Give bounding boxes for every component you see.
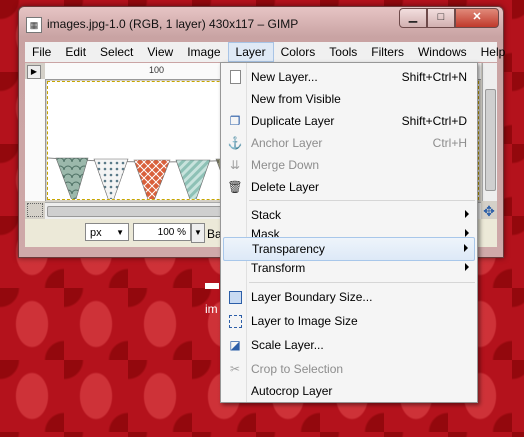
crop-icon: ✂ (229, 362, 241, 376)
bunting-flag (93, 158, 129, 208)
menu-image[interactable]: Image (180, 42, 227, 62)
bunting-flag (175, 159, 211, 209)
quick-mask-icon[interactable] (27, 203, 43, 217)
menu-item-crop-to-selection[interactable]: ✂ Crop to Selection (221, 358, 477, 380)
merge-down-icon: ⇊ (229, 158, 241, 172)
menu-arrow-icon[interactable]: ▶ (27, 65, 41, 79)
duplicate-layer-icon: ❐ (229, 114, 241, 128)
submenu-arrow-icon (464, 244, 468, 252)
menu-separator (249, 282, 475, 283)
menu-tools[interactable]: Tools (322, 42, 364, 62)
menu-file[interactable]: File (25, 42, 58, 62)
desktop-icon-caption[interactable]: im (205, 302, 218, 316)
layer-boundary-icon (227, 289, 243, 305)
menu-item-label: Stack (251, 208, 282, 222)
menu-item-label: Anchor Layer (251, 136, 323, 150)
menu-layer[interactable]: Layer (227, 42, 274, 62)
menu-windows[interactable]: Windows (411, 42, 474, 62)
window-controls: ▁ □ ✕ (399, 8, 499, 28)
navigate-icon[interactable]: ✥ (482, 203, 496, 219)
menu-item-duplicate-layer[interactable]: ❐ Duplicate Layer Shift+Ctrl+D (221, 110, 477, 132)
submenu-arrow-icon (465, 210, 469, 218)
zoom-input[interactable]: 100 % (133, 223, 191, 241)
maximize-button[interactable]: □ (427, 8, 455, 28)
gimp-icon: ▦ (26, 17, 42, 33)
menu-item-delete-layer[interactable]: 🗑 Delete Layer (221, 176, 477, 198)
scale-layer-icon: ◪ (229, 338, 241, 352)
menu-item-merge-down[interactable]: ⇊ Merge Down (221, 154, 477, 176)
menu-help[interactable]: Help (474, 42, 513, 62)
zoom-dropdown-icon[interactable]: ▼ (191, 223, 205, 243)
layer-menu: New Layer... Shift+Ctrl+N New from Visib… (220, 62, 478, 403)
menu-item-shortcut: Ctrl+H (432, 136, 467, 150)
submenu-arrow-icon (465, 263, 469, 271)
menu-item-label: Scale Layer... (251, 338, 324, 352)
menu-item-layer-to-image-size[interactable]: Layer to Image Size (221, 310, 477, 332)
menu-item-label: Transform (251, 261, 306, 275)
close-button[interactable]: ✕ (455, 8, 499, 28)
menu-separator (249, 200, 475, 201)
menu-item-label: Delete Layer (251, 180, 320, 194)
delete-layer-icon: 🗑 (227, 180, 243, 194)
menu-view[interactable]: View (140, 42, 180, 62)
menu-item-transform[interactable]: Transform (221, 257, 477, 279)
menu-item-label: New Layer... (251, 70, 318, 84)
menu-item-shortcut: Shift+Ctrl+D (401, 114, 467, 128)
menu-filters[interactable]: Filters (364, 42, 411, 62)
bunting-flag (133, 159, 171, 209)
anchor-icon: ⚓ (227, 136, 243, 150)
menu-bar: File Edit Select View Image Layer Colors… (25, 42, 505, 62)
desktop-icon-label[interactable] (205, 283, 219, 289)
menu-item-autocrop-layer[interactable]: Autocrop Layer (221, 380, 477, 402)
menu-item-shortcut: Shift+Ctrl+N (401, 70, 467, 84)
menu-item-new-from-visible[interactable]: New from Visible (221, 88, 477, 110)
menu-item-label: Crop to Selection (251, 362, 344, 376)
unit-value: px (90, 227, 102, 239)
menu-item-layer-boundary-size[interactable]: Layer Boundary Size... (221, 286, 477, 308)
new-layer-icon (227, 69, 243, 85)
menu-item-label: Layer Boundary Size... (251, 290, 373, 304)
vertical-scroll-thumb[interactable] (485, 89, 496, 191)
menu-edit[interactable]: Edit (58, 42, 93, 62)
menu-item-label: New from Visible (251, 92, 341, 106)
bunting-flags (55, 157, 247, 209)
menu-item-label: Autocrop Layer (251, 384, 333, 398)
menu-colors[interactable]: Colors (274, 42, 323, 62)
layer-to-image-icon (227, 313, 243, 329)
menu-item-label: Duplicate Layer (251, 114, 335, 128)
chevron-down-icon: ▼ (116, 228, 124, 237)
menu-item-label: Merge Down (251, 158, 320, 172)
menu-item-label: Layer to Image Size (251, 314, 358, 328)
menu-item-anchor-layer[interactable]: ⚓ Anchor Layer Ctrl+H (221, 132, 477, 154)
menu-item-new-layer[interactable]: New Layer... Shift+Ctrl+N (221, 66, 477, 88)
bunting-flag (55, 157, 89, 207)
menu-item-label: Transparency (252, 242, 325, 256)
horizontal-scroll-thumb[interactable] (47, 206, 229, 217)
minimize-button[interactable]: ▁ (399, 8, 427, 28)
vertical-scrollbar[interactable] (482, 63, 497, 201)
window-title: images.jpg-1.0 (RGB, 1 layer) 430x117 – … (47, 17, 299, 31)
menu-select[interactable]: Select (93, 42, 140, 62)
unit-select[interactable]: px ▼ (85, 223, 129, 241)
title-bar[interactable]: ▦ images.jpg-1.0 (RGB, 1 layer) 430x117 … (19, 7, 503, 41)
vertical-ruler[interactable] (25, 79, 46, 201)
ruler-tick-label: 100 (149, 65, 165, 75)
menu-item-scale-layer[interactable]: ◪ Scale Layer... (221, 334, 477, 356)
submenu-arrow-icon (465, 229, 469, 237)
